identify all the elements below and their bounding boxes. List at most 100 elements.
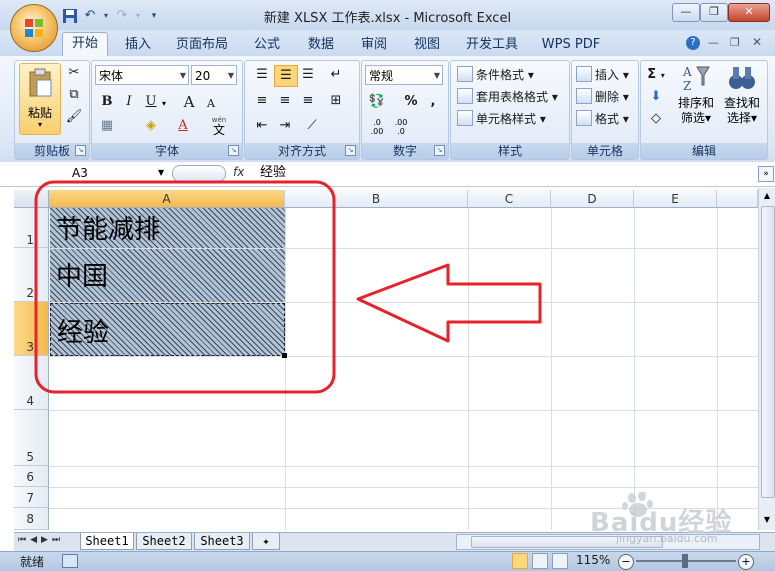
minimize-button[interactable]: — [672, 3, 700, 22]
font-size-select[interactable]: 20 ▼ [191, 65, 237, 85]
tab-page-layout[interactable]: 页面布局 [172, 36, 232, 54]
row-header-5[interactable]: 5 [14, 410, 49, 466]
autosum-button[interactable]: Σ ▾ [645, 65, 667, 85]
orientation-button[interactable]: ⟋ [301, 116, 323, 136]
decrease-indent-button[interactable]: ⇤ [251, 116, 273, 136]
align-right-button[interactable]: ≡ [297, 91, 319, 111]
number-format-select[interactable]: 常规 ▼ [365, 65, 443, 85]
tab-view[interactable]: 视图 [408, 36, 446, 54]
cut-button[interactable]: ✂ [63, 63, 85, 83]
zoom-out-icon[interactable]: − [618, 554, 634, 570]
scroll-thumb[interactable] [761, 206, 775, 498]
office-button[interactable] [10, 4, 58, 52]
scroll-down-icon[interactable]: ▼ [761, 514, 773, 526]
cell-styles-button[interactable]: 单元格样式 ▾ [457, 109, 546, 129]
wrap-text-button[interactable]: ↵ [325, 65, 347, 85]
column-header-b[interactable]: B [285, 190, 468, 208]
increase-indent-button[interactable]: ⇥ [274, 116, 296, 136]
next-sheet-icon[interactable]: ▶ [41, 535, 52, 545]
vertical-scrollbar[interactable]: ▲ ▼ [758, 188, 775, 530]
page-break-view-icon[interactable] [552, 553, 568, 569]
macro-record-icon[interactable] [62, 554, 78, 568]
format-painter-button[interactable]: 🖌 [63, 107, 85, 127]
alignment-launcher-icon[interactable]: ↘ [345, 145, 356, 156]
help-icon[interactable]: ? [686, 36, 700, 50]
grow-font-button[interactable]: A [178, 92, 200, 112]
cell-a2[interactable]: 中国 [50, 249, 285, 302]
page-layout-view-icon[interactable] [532, 553, 548, 569]
format-cells-button[interactable]: 格式 ▾ [576, 109, 629, 129]
decrease-decimal-button[interactable]: .00 .0 [390, 118, 412, 136]
ribbon-restore-icon[interactable]: ❐ [730, 36, 740, 49]
tab-review[interactable]: 审阅 [355, 36, 393, 54]
currency-button[interactable]: 💱 [366, 92, 388, 112]
clear-button[interactable]: ◇ [645, 109, 667, 129]
fill-button[interactable]: ⬇ [645, 87, 667, 107]
select-all-button[interactable] [14, 190, 49, 208]
fill-color-button[interactable]: ◈ [140, 116, 162, 136]
row-header-6[interactable]: 6 [14, 466, 49, 487]
comma-button[interactable]: , [422, 92, 444, 112]
last-sheet-icon[interactable]: ⏭ [52, 535, 64, 545]
column-header-f-partial[interactable] [717, 190, 758, 208]
ribbon-minimize-icon[interactable]: — [708, 36, 719, 49]
tab-home[interactable]: 开始 [62, 32, 108, 57]
format-as-table-button[interactable]: 套用表格格式 ▾ [457, 87, 558, 107]
font-launcher-icon[interactable]: ↘ [228, 145, 239, 156]
conditional-format-button[interactable]: 条件格式 ▾ [457, 65, 534, 85]
formula-input[interactable]: 经验 [256, 164, 760, 182]
delete-cells-button[interactable]: 删除 ▾ [576, 87, 629, 107]
row-header-1[interactable]: 1 [14, 208, 49, 248]
expand-formula-bar-icon[interactable]: » [758, 166, 774, 182]
clipboard-launcher-icon[interactable]: ↘ [75, 145, 86, 156]
restore-button[interactable]: ❐ [700, 3, 728, 22]
sheet-tab-1[interactable]: Sheet1 [80, 533, 134, 550]
sort-filter-button[interactable]: A Z 排序和 筛选▾ [675, 63, 717, 135]
row-header-2[interactable]: 2 [14, 248, 49, 302]
shrink-font-button[interactable]: A [200, 94, 222, 114]
row-header-7[interactable]: 7 [14, 487, 49, 508]
border-button[interactable]: ▦ [96, 116, 118, 136]
copy-button[interactable]: ⧉ [63, 85, 85, 105]
row-header-4[interactable]: 4 [14, 356, 49, 410]
sheet-navigation[interactable]: ⏮◀▶⏭ [18, 535, 64, 545]
zoom-in-icon[interactable]: + [738, 554, 754, 570]
tab-wps-pdf[interactable]: WPS PDF [538, 36, 604, 54]
phonetic-button[interactable]: wén 文 [204, 116, 234, 136]
sheet-tab-3[interactable]: Sheet3 [194, 533, 250, 550]
prev-sheet-icon[interactable]: ◀ [30, 535, 41, 545]
align-bottom-button[interactable]: ☰ [297, 65, 319, 85]
align-middle-button[interactable]: ☰ [274, 65, 298, 87]
tab-insert[interactable]: 插入 [118, 36, 158, 54]
font-color-button[interactable]: A [172, 116, 194, 136]
zoom-level[interactable]: 115% [576, 553, 610, 567]
increase-decimal-button[interactable]: .0 .00 [366, 118, 388, 136]
zoom-slider-thumb[interactable] [682, 554, 688, 568]
percent-button[interactable]: % [400, 92, 422, 112]
sheet-tab-2[interactable]: Sheet2 [136, 533, 192, 550]
column-header-c[interactable]: C [468, 190, 551, 208]
close-button[interactable]: ✕ [728, 3, 770, 22]
italic-button[interactable]: I [118, 92, 140, 112]
scroll-up-icon[interactable]: ▲ [761, 190, 773, 202]
first-sheet-icon[interactable]: ⏮ [18, 535, 30, 545]
fill-handle[interactable] [282, 353, 287, 358]
underline-dropdown-icon[interactable]: ▾ [162, 99, 166, 108]
cell-a1[interactable]: 节能减排 [50, 208, 285, 248]
cell-a3[interactable]: 经验 [50, 303, 285, 356]
insert-cells-button[interactable]: 插入 ▾ [576, 65, 629, 85]
ribbon-close-icon[interactable]: ✕ [752, 35, 762, 49]
find-select-button[interactable]: 查找和 选择▾ [721, 63, 763, 135]
merge-center-button[interactable]: ⊞ [325, 91, 347, 111]
align-center-button[interactable]: ≡ [274, 91, 296, 111]
column-header-a[interactable]: A [49, 190, 285, 208]
name-box[interactable]: A3 [14, 165, 168, 182]
row-header-8[interactable]: 8 [14, 508, 49, 530]
tab-developer[interactable]: 开发工具 [462, 36, 522, 54]
name-box-dropdown-icon[interactable]: ▼ [158, 168, 164, 177]
column-header-d[interactable]: D [551, 190, 634, 208]
normal-view-icon[interactable] [512, 553, 528, 569]
insert-function-button[interactable]: fx [233, 165, 244, 179]
align-top-button[interactable]: ☰ [251, 65, 273, 85]
font-name-select[interactable]: 宋体 ▼ [95, 65, 189, 85]
